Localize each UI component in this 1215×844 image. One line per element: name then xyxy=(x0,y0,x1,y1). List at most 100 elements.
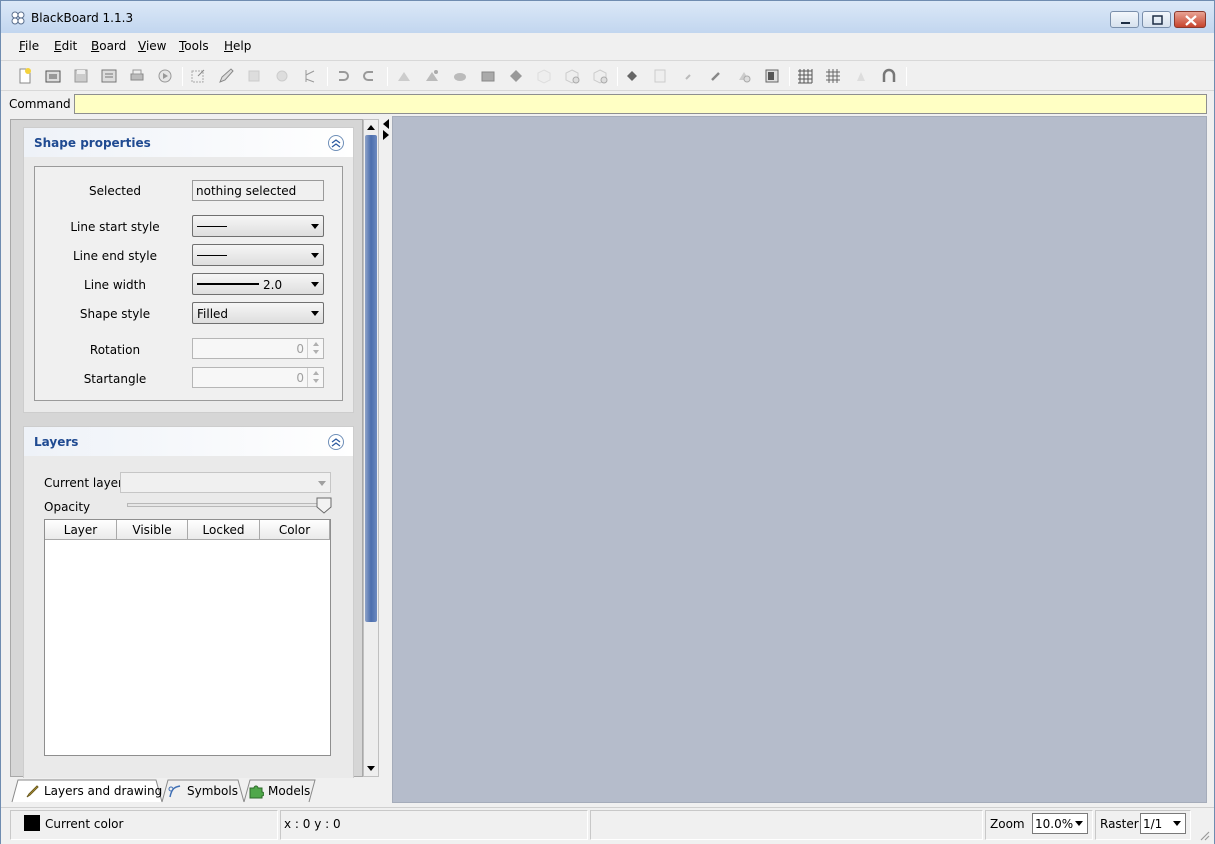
scrollbar-thumb[interactable] xyxy=(365,135,377,622)
pen-small-icon[interactable] xyxy=(679,67,697,85)
zoom-label: Zoom xyxy=(990,817,1025,831)
spin-down-icon[interactable] xyxy=(313,379,319,383)
magnet-icon[interactable] xyxy=(880,67,898,85)
menu-help[interactable]: Help xyxy=(224,39,251,53)
shape-d-icon[interactable] xyxy=(507,67,525,85)
chevron-down-icon xyxy=(1075,821,1083,826)
title-bar: BlackBoard 1.1.3 xyxy=(1,1,1214,33)
minimize-icon xyxy=(1121,22,1130,24)
line-width-select[interactable]: 2.0 xyxy=(192,273,324,295)
panel-scrollbar[interactable] xyxy=(363,119,379,777)
column-locked[interactable]: Locked xyxy=(188,520,260,540)
tab-models[interactable]: Models xyxy=(244,780,312,801)
spinner-buttons[interactable] xyxy=(307,339,323,358)
menu-board[interactable]: Board xyxy=(91,39,126,53)
spin-down-icon[interactable] xyxy=(313,350,319,354)
tab-layers-and-drawing[interactable]: Layers and drawing xyxy=(20,780,163,801)
chevron-down-icon xyxy=(311,224,319,229)
cube-remove-icon[interactable] xyxy=(591,67,609,85)
open-icon[interactable] xyxy=(44,67,62,85)
cube-icon[interactable] xyxy=(535,67,553,85)
save-icon[interactable] xyxy=(72,67,90,85)
scroll-down-icon[interactable] xyxy=(367,766,375,771)
rectangle-icon[interactable] xyxy=(245,67,263,85)
opacity-slider-thumb[interactable] xyxy=(316,497,332,514)
circle-icon[interactable] xyxy=(273,67,291,85)
pen-tip-icon[interactable] xyxy=(852,67,870,85)
collapse-layers-button[interactable] xyxy=(328,434,344,450)
startangle-value: 0 xyxy=(296,371,304,385)
export-icon[interactable] xyxy=(100,67,118,85)
menu-edit[interactable]: Edit xyxy=(54,39,77,53)
scroll-up-icon[interactable] xyxy=(367,125,375,130)
line-end-select[interactable] xyxy=(192,244,324,266)
column-layer[interactable]: Layer xyxy=(45,520,117,540)
cursor-coordinates: x : 0 y : 0 xyxy=(284,817,341,831)
grid-fine-icon[interactable] xyxy=(824,67,842,85)
toolbar-separator xyxy=(182,67,183,86)
menu-file[interactable]: File xyxy=(19,39,39,53)
redo-icon[interactable] xyxy=(361,67,379,85)
line-start-select[interactable] xyxy=(192,215,324,237)
paste-icon[interactable] xyxy=(651,67,669,85)
new-icon[interactable] xyxy=(16,67,34,85)
toolbar-separator xyxy=(387,67,388,86)
opacity-slider-track[interactable] xyxy=(127,503,327,507)
window-icon[interactable] xyxy=(763,67,781,85)
section-header: Layers xyxy=(24,427,353,456)
opacity-label: Opacity xyxy=(44,500,91,514)
drawing-canvas[interactable] xyxy=(392,116,1207,803)
toolbar xyxy=(1,60,1214,91)
line-start-label: Line start style xyxy=(70,220,160,234)
layer-icon[interactable] xyxy=(479,67,497,85)
rotation-spinner[interactable]: 0 xyxy=(192,338,324,359)
pencil-icon[interactable] xyxy=(217,67,235,85)
pen-icon[interactable] xyxy=(707,67,725,85)
spinner-buttons[interactable] xyxy=(307,368,323,387)
command-input[interactable] xyxy=(74,94,1207,114)
grid-icon[interactable] xyxy=(796,67,814,85)
selected-label: Selected xyxy=(88,184,142,198)
command-label: Command : xyxy=(9,97,79,111)
pointer-icon[interactable] xyxy=(301,67,319,85)
collapse-left-icon[interactable] xyxy=(383,119,389,129)
current-layer-select[interactable] xyxy=(120,472,331,493)
menu-view[interactable]: View xyxy=(138,39,166,53)
shape-e-icon[interactable] xyxy=(735,67,753,85)
collapse-shape-properties-button[interactable] xyxy=(328,135,344,151)
raster-select[interactable]: 1/1 xyxy=(1140,813,1186,834)
layers-table[interactable]: Layer Visible Locked Color xyxy=(44,519,331,756)
zoom-select[interactable]: 10.0% xyxy=(1032,813,1088,834)
panel-splitter[interactable] xyxy=(382,116,391,806)
startangle-label: Startangle xyxy=(83,372,147,386)
restore-button[interactable] xyxy=(1142,11,1171,28)
shape-b-icon[interactable] xyxy=(423,67,441,85)
column-color[interactable]: Color xyxy=(260,520,330,540)
undo-icon[interactable] xyxy=(333,67,351,85)
column-visible[interactable]: Visible xyxy=(117,520,188,540)
minimize-button[interactable] xyxy=(1110,11,1139,28)
tab-symbols[interactable]: Symbols xyxy=(163,780,243,801)
current-color-swatch[interactable] xyxy=(24,815,40,831)
cube-add-icon[interactable] xyxy=(563,67,581,85)
resize-grip-icon[interactable] xyxy=(1198,829,1210,841)
print-icon[interactable] xyxy=(128,67,146,85)
menu-tools[interactable]: Tools xyxy=(179,39,209,53)
play-icon[interactable] xyxy=(156,67,174,85)
startangle-spinner[interactable]: 0 xyxy=(192,367,324,388)
raster-label: Raster xyxy=(1100,817,1139,831)
shape-a-icon[interactable] xyxy=(395,67,413,85)
expand-right-icon[interactable] xyxy=(383,130,389,140)
tab-label: Symbols xyxy=(187,784,238,798)
shape-style-label: Shape style xyxy=(79,307,151,321)
close-button[interactable] xyxy=(1174,11,1206,28)
spin-up-icon[interactable] xyxy=(313,342,319,346)
shape-c-icon[interactable] xyxy=(451,67,469,85)
spin-up-icon[interactable] xyxy=(313,371,319,375)
tab-label: Layers and drawing xyxy=(44,784,163,798)
select-icon[interactable] xyxy=(189,67,207,85)
shape-style-select[interactable]: Filled xyxy=(192,302,324,324)
properties-box: Selected nothing selected Line start sty… xyxy=(34,166,343,401)
current-layer-label: Current layer xyxy=(44,476,123,490)
fill-icon[interactable] xyxy=(623,67,641,85)
